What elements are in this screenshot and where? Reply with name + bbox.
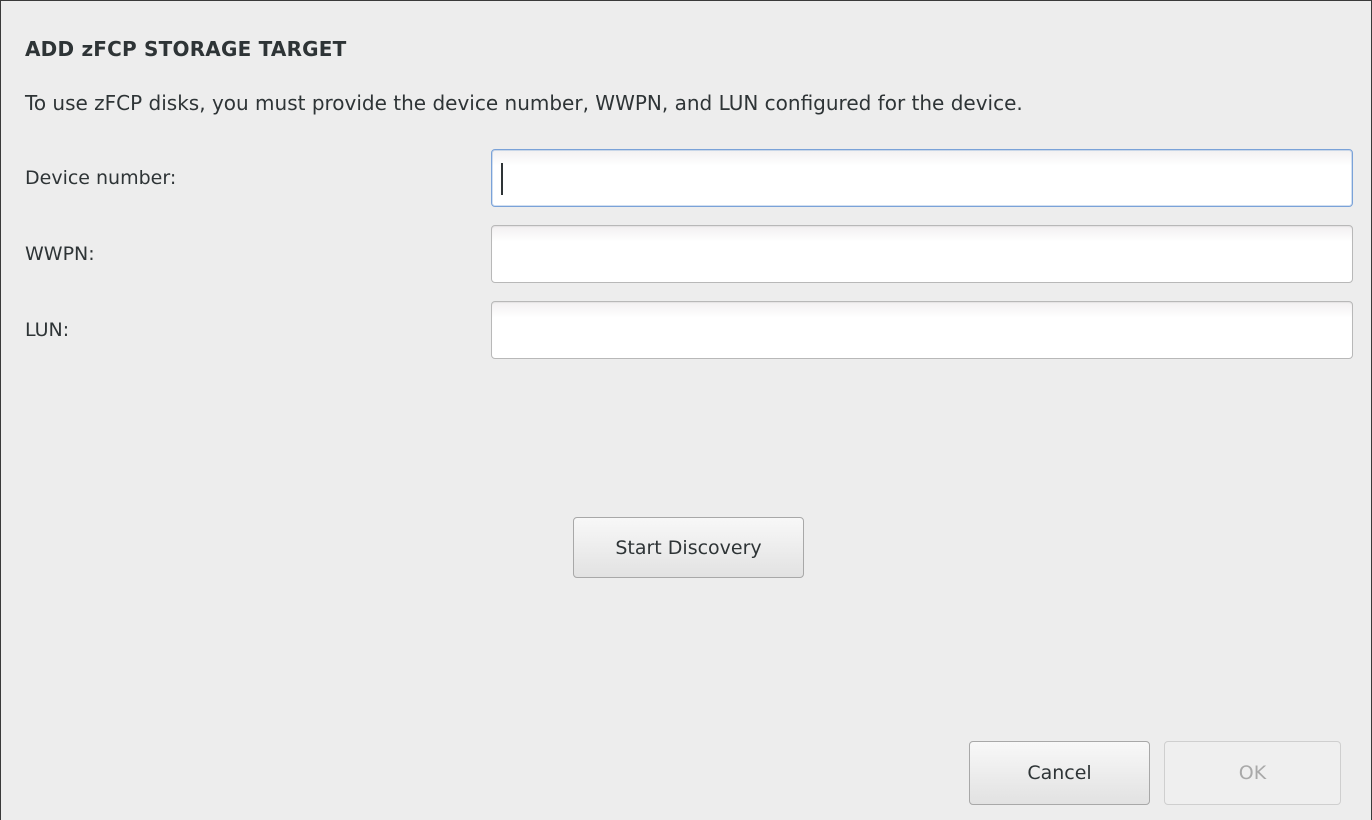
device-number-input[interactable]: [491, 149, 1353, 207]
ok-button[interactable]: OK: [1164, 741, 1341, 805]
dialog-title: ADD zFCP STORAGE TARGET: [25, 37, 347, 61]
text-cursor: [501, 163, 503, 195]
dialog-description: To use zFCP disks, you must provide the …: [25, 91, 1023, 115]
wwpn-input[interactable]: [491, 225, 1353, 283]
start-discovery-button[interactable]: Start Discovery: [573, 517, 804, 578]
device-number-label: Device number:: [25, 167, 177, 189]
lun-input[interactable]: [491, 301, 1353, 359]
cancel-button[interactable]: Cancel: [969, 741, 1150, 805]
lun-label: LUN:: [25, 319, 70, 341]
wwpn-label: WWPN:: [25, 243, 95, 265]
add-zfcp-dialog: ADD zFCP STORAGE TARGET To use zFCP disk…: [0, 0, 1372, 820]
